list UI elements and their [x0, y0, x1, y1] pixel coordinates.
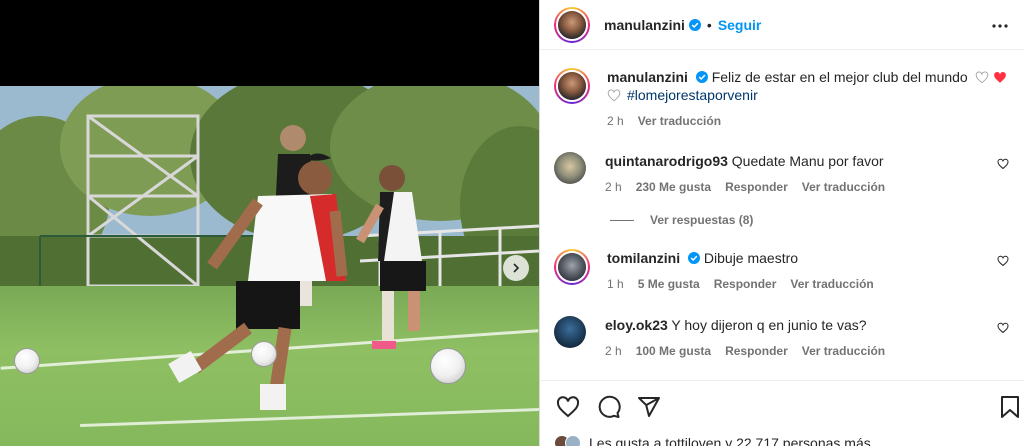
verified-badge-icon — [688, 18, 701, 31]
more-options-icon[interactable] — [990, 16, 1010, 36]
caption-time: 2 h — [607, 114, 624, 128]
likes-text[interactable]: Les gusta a tottiloven y 22.717 personas… — [589, 435, 871, 446]
caption-avatar[interactable] — [554, 68, 590, 104]
translate-link[interactable]: Ver traducción — [638, 112, 721, 130]
bookmark-icon[interactable] — [999, 395, 1021, 419]
heart-icon[interactable] — [556, 395, 580, 419]
post-actions: Les gusta a tottiloven y 22.717 personas… — [540, 380, 1024, 446]
comments-list: manulanzini Feliz de estar en el mejor c… — [540, 58, 1024, 380]
comment-item: tomilanzini Dibuje maestro 1 h 5 Me gust… — [554, 249, 1009, 293]
verified-badge-icon — [688, 252, 701, 264]
comment-item: eloy.ok23 Y hoy dijeron q en junio te va… — [554, 316, 1009, 360]
post-side-panel: manulanzini • Seguir manulanzini Feliz d… — [539, 0, 1024, 446]
author-username[interactable]: manulanzini — [604, 17, 685, 33]
commenter-avatar[interactable] — [554, 316, 586, 348]
caption-text: Feliz de estar en el mejor club del mund… — [711, 69, 968, 85]
like-comment-heart-icon[interactable] — [997, 322, 1009, 334]
verified-badge-icon — [695, 71, 708, 83]
reply-button[interactable]: Responder — [725, 342, 788, 360]
like-comment-heart-icon[interactable] — [997, 158, 1009, 170]
translate-link[interactable]: Ver traducción — [802, 342, 885, 360]
red-heart-icon — [993, 71, 1006, 83]
translate-link[interactable]: Ver traducción — [802, 178, 885, 196]
author-avatar[interactable] — [554, 6, 590, 43]
share-icon[interactable] — [637, 395, 661, 419]
hashtag-link[interactable]: #lomejorestaporvenir — [627, 87, 758, 103]
comment-text: Quedate Manu por favor — [731, 153, 884, 169]
comment-text: Y hoy dijeron q en junio te vas? — [671, 317, 867, 333]
comment-username[interactable]: quintanarodrigo93 — [605, 153, 728, 169]
comment-likes[interactable]: 100 Me gusta — [636, 342, 711, 360]
comment-time: 2 h — [605, 180, 622, 194]
view-replies-button[interactable]: Ver respuestas (8) — [610, 213, 753, 227]
reply-button[interactable]: Responder — [725, 178, 788, 196]
comment-time: 2 h — [605, 344, 622, 358]
ball — [251, 341, 277, 367]
commenter-avatar[interactable] — [554, 152, 586, 184]
likes-summary: Les gusta a tottiloven y 22.717 personas… — [554, 435, 871, 446]
chevron-right-icon — [513, 263, 520, 273]
ball — [430, 348, 466, 384]
like-comment-heart-icon[interactable] — [997, 255, 1009, 267]
comment-time: 1 h — [607, 277, 624, 291]
caption-username[interactable]: manulanzini — [607, 69, 688, 85]
comment-likes[interactable]: 230 Me gusta — [636, 178, 711, 196]
liker-avatar — [565, 435, 581, 446]
follow-button[interactable]: Seguir — [718, 17, 762, 33]
replies-divider — [610, 219, 634, 221]
commenter-avatar[interactable] — [554, 249, 590, 285]
comment-username[interactable]: tomilanzini — [607, 250, 680, 266]
view-replies-label: Ver respuestas (8) — [650, 213, 754, 227]
caption: manulanzini Feliz de estar en el mejor c… — [554, 68, 1009, 130]
comment-item: quintanarodrigo93 Quedate Manu por favor… — [554, 152, 1009, 196]
post-media — [0, 0, 539, 446]
post-header: manulanzini • Seguir — [540, 0, 1024, 50]
comment-text: Dibuje maestro — [703, 250, 799, 266]
next-photo-button[interactable] — [503, 255, 529, 281]
post-photo — [0, 86, 539, 446]
white-heart-icon — [975, 71, 988, 84]
comment-username[interactable]: eloy.ok23 — [605, 317, 668, 333]
translate-link[interactable]: Ver traducción — [790, 275, 873, 293]
separator-dot: • — [706, 16, 712, 33]
comment-likes[interactable]: 5 Me gusta — [638, 275, 700, 293]
ball — [14, 348, 40, 374]
white-heart-icon — [607, 89, 621, 102]
reply-button[interactable]: Responder — [714, 275, 777, 293]
comment-icon[interactable] — [597, 395, 621, 419]
